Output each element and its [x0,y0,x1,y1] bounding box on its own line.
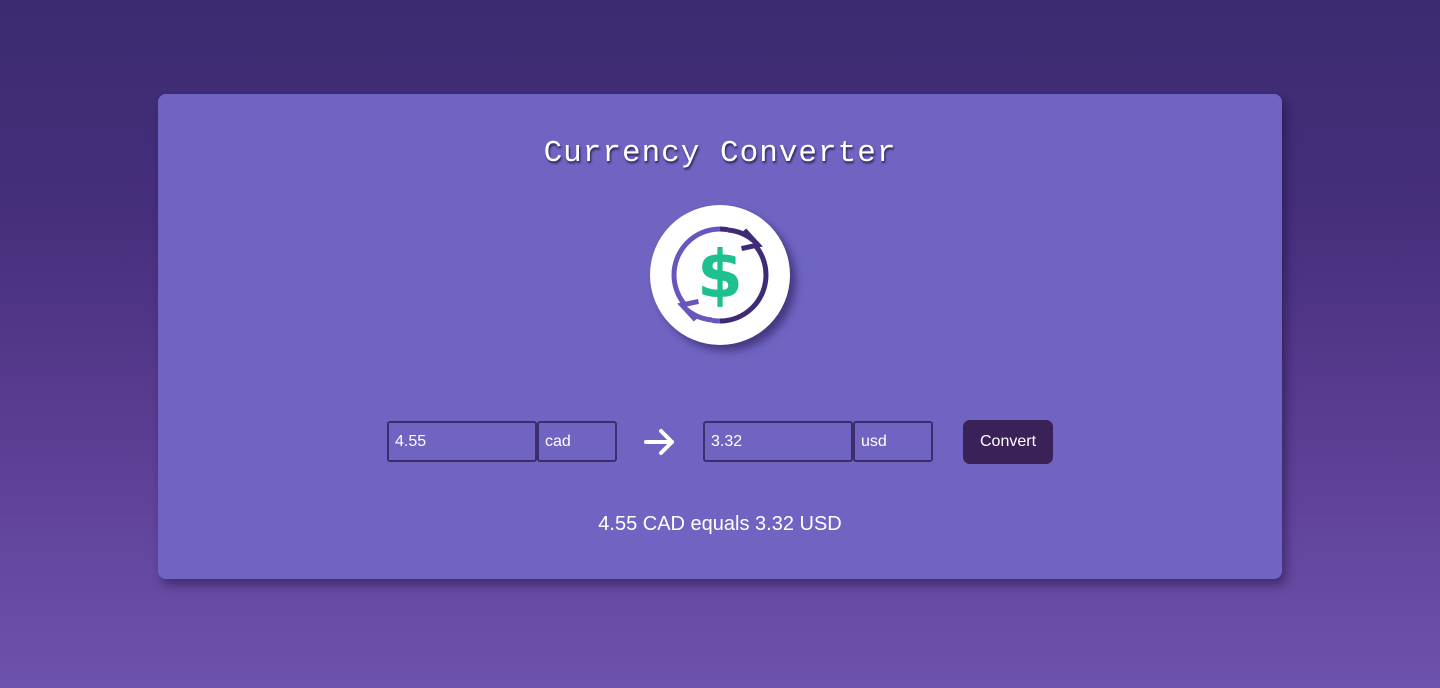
from-currency-input[interactable] [537,421,617,462]
svg-text:$: $ [697,236,743,313]
page-title: Currency Converter [543,136,897,171]
convert-button[interactable]: Convert [963,420,1053,464]
converter-card: Currency Converter $ Convert 4.55 CAD eq… [158,94,1282,579]
currency-exchange-logo: $ [650,205,790,345]
arrow-right-icon [644,429,674,455]
to-currency-input[interactable] [853,421,933,462]
from-amount-input[interactable] [387,421,537,462]
conversion-result: 4.55 CAD equals 3.32 USD [598,513,842,535]
currency-exchange-dollar-icon: $ [671,225,769,325]
to-amount-input[interactable] [703,421,853,462]
